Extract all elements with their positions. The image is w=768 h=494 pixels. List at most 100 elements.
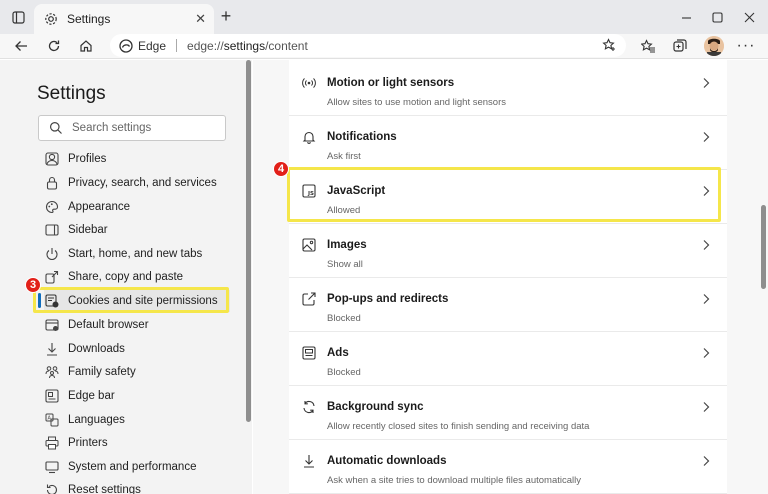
close-window-button[interactable] [738,7,760,27]
title-bar: Settings ✕ + [0,0,768,34]
printer-icon [44,435,60,451]
page-title: Settings [37,83,106,104]
address-url[interactable]: edge://settings/content [187,39,308,53]
address-divider [176,39,178,52]
sidebar-item-label: Edge bar [68,390,115,402]
tab-title: Settings [67,12,111,26]
sidebar-item-label: Printers [68,437,108,449]
maximize-button[interactable] [706,7,728,27]
download-icon [44,341,60,357]
permission-images[interactable]: Images Show all [289,224,727,278]
sidebar-item-label: Privacy, search, and services [68,177,217,189]
new-tab-button[interactable]: + [216,7,236,27]
sidebar-item-label: Family safety [68,366,136,378]
share-icon [44,269,60,285]
sidebar-item-appearance[interactable]: Appearance [44,196,230,218]
permission-subtitle: Ask first [327,151,361,162]
sidebar-item-downloads[interactable]: Downloads [44,338,230,360]
sidebar-item-start-home[interactable]: Start, home, and new tabs [44,243,230,265]
step-badge-4: 4 [273,161,289,177]
sidebar-item-label: Appearance [68,201,131,213]
system-icon [44,459,60,475]
url-scheme: edge:// [187,38,224,53]
minimize-button[interactable] [675,7,697,27]
sidebar-item-printers[interactable]: Printers [44,432,230,454]
url-path: /content [265,38,308,53]
edge-bar-icon [44,388,60,404]
permission-notifications[interactable]: Notifications Ask first [289,116,727,170]
permission-popups[interactable]: Pop-ups and redirects Blocked [289,278,727,332]
permission-automatic-downloads[interactable]: Automatic downloads Ask when a site trie… [289,440,727,494]
sidebar-item-default-browser[interactable]: Default browser [44,314,230,336]
permission-title: Ads [327,347,349,359]
power-icon [44,246,60,262]
bell-icon [301,129,317,145]
edge-logo-icon [119,38,133,53]
sidebar-item-profiles[interactable]: Profiles [44,148,230,170]
close-tab-icon[interactable]: ✕ [195,11,206,27]
search-icon [49,121,63,135]
permission-title: Pop-ups and redirects [327,293,449,305]
avatar[interactable] [704,36,724,56]
search-input[interactable]: Search settings [38,115,226,141]
step-badge-3: 3 [25,277,41,293]
sidebar-item-label: Default browser [68,319,149,331]
address-brand: Edge [138,38,167,53]
sidebar-item-languages[interactable]: A Languages [44,409,230,431]
permission-subtitle: Show all [327,259,363,270]
permission-title: Motion or light sensors [327,77,455,89]
refresh-button[interactable] [43,35,65,57]
address-bar[interactable]: Edge edge://settings/content [110,34,626,57]
sidebar-item-label: Share, copy and paste [68,271,184,283]
sidebar-item-label: System and performance [68,461,197,473]
sidebar-icon [44,222,60,238]
popup-icon [301,291,317,307]
sidebar-item-label: Reset settings [68,484,141,494]
chevron-right-icon [701,292,711,304]
content-scrollbar[interactable] [761,205,766,289]
permission-subtitle: Blocked [327,367,361,378]
permission-ads[interactable]: Ads Blocked [289,332,727,386]
permission-subtitle: Allow recently closed sites to finish se… [327,421,590,432]
more-options-icon[interactable]: ··· [736,36,756,56]
browser-icon [44,317,60,333]
chevron-right-icon [701,346,711,358]
chevron-right-icon [701,454,711,466]
sidebar-item-label: Downloads [68,343,125,355]
svg-text:A: A [48,416,52,422]
add-favorite-icon[interactable] [602,38,616,57]
palette-icon [44,199,60,215]
sync-icon [301,399,317,415]
favorites-icon[interactable] [638,36,658,56]
sidebar-item-system[interactable]: System and performance [44,456,230,478]
browser-toolbar: Edge edge://settings/content ··· [0,34,768,59]
sidebar-item-label: Languages [68,414,125,426]
lock-icon [44,175,60,191]
collections-icon[interactable] [670,36,690,56]
chevron-right-icon [701,238,711,250]
highlight-box-cookies [33,287,229,313]
sidebar-item-sidebar[interactable]: Sidebar [44,219,230,241]
sidebar-scrollbar[interactable] [246,60,251,422]
permission-background-sync[interactable]: Background sync Allow recently closed si… [289,386,727,440]
home-button[interactable] [75,35,97,57]
sidebar-item-privacy[interactable]: Privacy, search, and services [44,172,230,194]
tab-actions-icon[interactable] [7,7,29,27]
sidebar-item-label: Sidebar [68,224,108,236]
sidebar-item-share[interactable]: Share, copy and paste [44,266,230,288]
sidebar-item-family[interactable]: Family safety [44,361,230,383]
url-host: settings [223,38,266,53]
permission-title: Notifications [327,131,397,143]
languages-icon: A [44,412,60,428]
permission-motion-sensors[interactable]: Motion or light sensors Allow sites to u… [289,62,727,116]
tab-settings[interactable]: Settings ✕ [34,4,214,34]
sidebar-item-reset[interactable]: Reset settings [44,479,230,494]
image-icon [301,237,317,253]
gear-icon [43,11,59,27]
chevron-right-icon [701,76,711,88]
sidebar-item-edge-bar[interactable]: Edge bar [44,385,230,407]
back-button[interactable] [10,35,32,57]
sensor-icon [301,75,317,91]
sidebar-item-label: Start, home, and new tabs [68,248,203,260]
family-icon [44,364,60,380]
